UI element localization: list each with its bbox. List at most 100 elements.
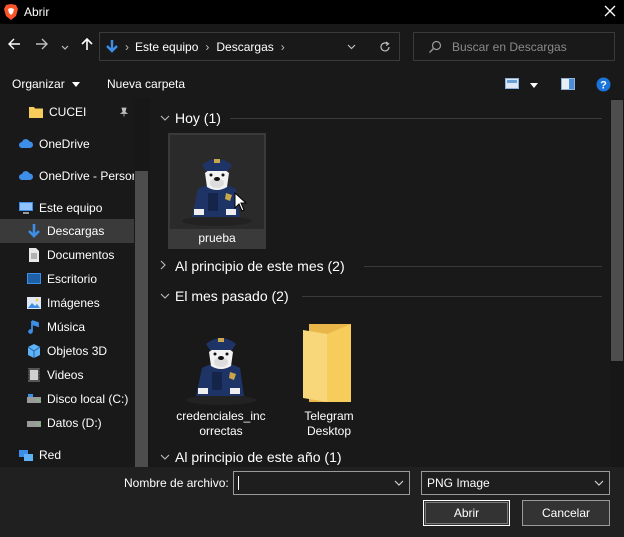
- preview-pane-icon: [561, 78, 575, 90]
- back-button[interactable]: [5, 37, 23, 57]
- title-bar: Abrir: [0, 0, 624, 24]
- folder-icon: [303, 324, 351, 402]
- svg-text:?: ?: [600, 80, 607, 92]
- cube-icon: [27, 344, 41, 358]
- folder-tile-telegram-desktop[interactable]: Telegram Desktop: [280, 312, 378, 442]
- new-folder-button[interactable]: Nueva carpeta: [107, 77, 185, 91]
- file-tile-prueba[interactable]: prueba: [168, 133, 266, 249]
- chevron-down-icon: [160, 290, 175, 302]
- folder-icon: [29, 107, 43, 118]
- refresh-icon[interactable]: [379, 41, 391, 53]
- window-title: Abrir: [24, 5, 50, 19]
- open-button[interactable]: Abrir: [423, 500, 510, 526]
- help-icon: ?: [596, 77, 611, 92]
- sidebar-item-musica[interactable]: Música: [0, 315, 134, 339]
- sidebar-item-label: Este equipo: [39, 201, 103, 215]
- chevron-down-icon[interactable]: [347, 44, 356, 50]
- sidebar-item-descargas[interactable]: Descargas: [0, 219, 134, 243]
- group-header-mes-pasado[interactable]: El mes pasado (2): [160, 285, 289, 307]
- sidebar-item-label: Disco local (C:): [47, 392, 129, 406]
- search-box[interactable]: Buscar en Descargas: [413, 32, 615, 61]
- music-icon: [28, 320, 39, 334]
- view-options-button[interactable]: [505, 78, 539, 92]
- chevron-down-icon[interactable]: [394, 480, 404, 486]
- search-icon: [429, 40, 442, 53]
- command-bar: Organizar Nueva carpeta ?: [0, 70, 624, 98]
- breadcrumb-descargas[interactable]: Descargas: [216, 40, 273, 54]
- group-header-hoy[interactable]: Hoy (1): [160, 107, 221, 129]
- view-icon: [505, 78, 519, 89]
- arrow-up-icon: [81, 37, 93, 50]
- caret-down-icon: [530, 83, 539, 89]
- arrow-left-icon: [8, 38, 20, 50]
- arrow-right-icon: [36, 38, 48, 50]
- file-type-value: PNG Image: [427, 476, 490, 490]
- sidebar-item-videos[interactable]: Videos: [0, 363, 134, 387]
- sidebar-item-label: OneDrive: [39, 137, 90, 151]
- sidebar-scrollbar-thumb[interactable]: [135, 171, 148, 467]
- filename-label: Nombre de archivo:: [124, 476, 229, 490]
- caret-down-icon: [72, 82, 81, 88]
- file-tile-credenciales[interactable]: credenciales_inc orrectas: [172, 312, 270, 442]
- close-icon: [604, 5, 616, 17]
- document-icon: [29, 248, 39, 262]
- help-button[interactable]: ?: [596, 77, 611, 95]
- sidebar-item-objetos-3d[interactable]: Objetos 3D: [0, 339, 134, 363]
- mouse-cursor-icon: [234, 192, 248, 212]
- sidebar-item-label: OneDrive - Person: [39, 169, 134, 183]
- file-name-line1: Telegram: [304, 409, 354, 423]
- pin-icon: [119, 107, 129, 117]
- search-placeholder: Buscar en Descargas: [452, 39, 567, 54]
- up-button[interactable]: [78, 37, 96, 57]
- group-divider: [364, 266, 602, 267]
- sidebar-item-label: Descargas: [47, 224, 105, 238]
- group-header-principio-mes[interactable]: Al principio de este mes (2): [160, 255, 345, 277]
- brave-logo-icon: [4, 4, 18, 20]
- sidebar-item-label: CUCEI: [49, 105, 87, 119]
- sidebar-item-cucei[interactable]: CUCEI: [0, 100, 134, 124]
- organize-menu[interactable]: Organizar: [12, 77, 81, 91]
- thumbnail-dog-police: [170, 135, 264, 229]
- sidebar-item-disco-local[interactable]: Disco local (C:): [0, 387, 134, 411]
- breadcrumb-separator: ›: [125, 39, 129, 54]
- group-divider: [230, 118, 602, 119]
- address-bar[interactable]: › Este equipo › Descargas ›: [99, 32, 400, 61]
- recent-locations-button[interactable]: [58, 37, 72, 57]
- close-button[interactable]: [602, 3, 618, 19]
- group-label: Al principio de este mes (2): [175, 258, 345, 274]
- forward-button[interactable]: [33, 37, 51, 57]
- sidebar-item-label: Datos (D:): [47, 416, 102, 430]
- preview-pane-button[interactable]: [561, 78, 575, 93]
- drive-icon: [27, 394, 41, 403]
- breadcrumb-este-equipo[interactable]: Este equipo: [135, 40, 198, 54]
- sidebar-item-documentos[interactable]: Documentos: [0, 243, 134, 267]
- organize-label: Organizar: [12, 77, 65, 91]
- file-name-line1: credenciales_inc: [176, 409, 266, 423]
- cancel-button[interactable]: Cancelar: [522, 500, 610, 526]
- cloud-icon: [19, 139, 34, 148]
- chevron-down-icon: [160, 451, 175, 463]
- sidebar-item-label: Imágenes: [47, 296, 100, 310]
- file-type-select[interactable]: PNG Image: [421, 471, 610, 495]
- sidebar-item-label: Videos: [47, 368, 84, 382]
- sidebar-item-red[interactable]: Red: [0, 443, 134, 467]
- sidebar-item-este-equipo[interactable]: Este equipo: [0, 196, 134, 220]
- sidebar-item-imagenes[interactable]: Imágenes: [0, 291, 134, 315]
- sidebar-item-label: Documentos: [47, 248, 115, 262]
- download-icon: [28, 224, 40, 238]
- file-list-scrollbar-thumb[interactable]: [611, 100, 623, 361]
- sidebar-item-onedrive-personal[interactable]: OneDrive - Person: [0, 164, 134, 188]
- chevron-right-icon: [160, 260, 175, 273]
- group-label: Hoy (1): [175, 110, 221, 126]
- text-caret: [238, 476, 239, 490]
- sidebar-item-onedrive[interactable]: OneDrive: [0, 132, 134, 156]
- sidebar-item-datos-d[interactable]: Datos (D:): [0, 411, 134, 435]
- cloud-icon: [19, 171, 34, 180]
- filename-input[interactable]: [233, 471, 410, 495]
- pictures-icon: [27, 297, 41, 309]
- sidebar-item-escritorio[interactable]: Escritorio: [0, 267, 134, 291]
- group-label: Al principio de este año (1): [175, 449, 342, 465]
- file-name: prueba: [198, 231, 236, 245]
- sidebar-item-label: Música: [47, 320, 86, 334]
- group-header-principio-ano[interactable]: Al principio de este año (1): [160, 446, 342, 467]
